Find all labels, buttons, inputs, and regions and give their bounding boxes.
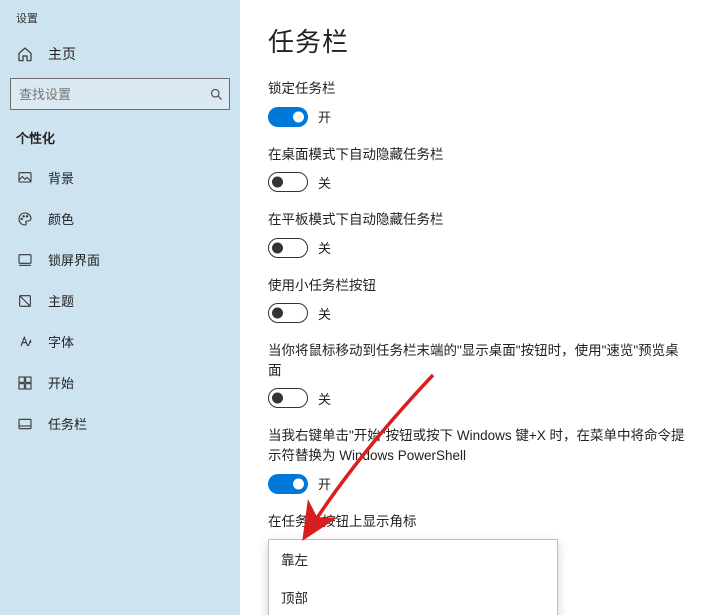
- theme-icon: [16, 292, 34, 310]
- main-content: 任务栏 锁定任务栏 开 在桌面模式下自动隐藏任务栏 关 在平板模式下自动隐藏任务…: [240, 0, 720, 615]
- setting-autohide-tablet: 在平板模式下自动隐藏任务栏 关: [268, 210, 690, 258]
- search-icon: [203, 87, 229, 102]
- setting-peek: 当你将鼠标移动到任务栏末端的"显示桌面"按钮时，使用"速览"预览桌面 关: [268, 341, 690, 408]
- setting-label: 使用小任务栏按钮: [268, 276, 690, 296]
- nav-item-label: 字体: [48, 332, 74, 351]
- nav-item-label: 开始: [48, 373, 74, 392]
- app-root: 设置 主页 个性化 背景 颜色 锁屏界面: [0, 0, 720, 615]
- toggle-state: 开: [318, 474, 331, 493]
- taskbar-icon: [16, 415, 34, 433]
- palette-icon: [16, 210, 34, 228]
- nav-home-label: 主页: [48, 44, 76, 64]
- nav-home[interactable]: 主页: [0, 36, 240, 78]
- toggle-lock-taskbar[interactable]: [268, 107, 308, 127]
- home-icon: [16, 45, 34, 63]
- setting-badges: 在任务栏按钮上显示角标 靠左 顶部 靠右 底部: [268, 512, 690, 615]
- nav-item-label: 背景: [48, 168, 74, 187]
- nav-item-start[interactable]: 开始: [0, 362, 240, 403]
- nav-item-label: 任务栏: [48, 414, 87, 433]
- toggle-state: 开: [318, 107, 331, 126]
- window-title: 设置: [0, 6, 240, 36]
- nav-item-label: 锁屏界面: [48, 250, 100, 269]
- setting-small-buttons: 使用小任务栏按钮 关: [268, 276, 690, 324]
- option-left[interactable]: 靠左: [269, 540, 557, 578]
- nav-list: 背景 颜色 锁屏界面 主题 字体 开始: [0, 157, 240, 444]
- nav-item-taskbar[interactable]: 任务栏: [0, 403, 240, 444]
- nav-item-label: 颜色: [48, 209, 74, 228]
- search-input[interactable]: [11, 87, 203, 102]
- font-icon: [16, 333, 34, 351]
- setting-label: 在平板模式下自动隐藏任务栏: [268, 210, 690, 230]
- toggle-state: 关: [318, 389, 331, 408]
- start-icon: [16, 374, 34, 392]
- taskbar-position-dropdown[interactable]: 靠左 顶部 靠右 底部: [268, 539, 558, 615]
- picture-icon: [16, 169, 34, 187]
- setting-lock-taskbar: 锁定任务栏 开: [268, 79, 690, 127]
- toggle-small-buttons[interactable]: [268, 303, 308, 323]
- option-top[interactable]: 顶部: [269, 578, 557, 615]
- setting-powershell: 当我右键单击"开始"按钮或按下 Windows 键+X 时，在菜单中将命令提示符…: [268, 426, 690, 493]
- sidebar-section-title: 个性化: [0, 122, 240, 157]
- page-title: 任务栏: [268, 22, 690, 59]
- nav-item-colors[interactable]: 颜色: [0, 198, 240, 239]
- toggle-state: 关: [318, 173, 331, 192]
- nav-item-label: 主题: [48, 291, 74, 310]
- toggle-state: 关: [318, 304, 331, 323]
- nav-item-background[interactable]: 背景: [0, 157, 240, 198]
- setting-label: 在桌面模式下自动隐藏任务栏: [268, 145, 690, 165]
- toggle-powershell[interactable]: [268, 474, 308, 494]
- setting-autohide-desktop: 在桌面模式下自动隐藏任务栏 关: [268, 145, 690, 193]
- nav-item-themes[interactable]: 主题: [0, 280, 240, 321]
- toggle-autohide-desktop[interactable]: [268, 172, 308, 192]
- nav-item-lockscreen[interactable]: 锁屏界面: [0, 239, 240, 280]
- setting-label: 锁定任务栏: [268, 79, 690, 99]
- nav-item-fonts[interactable]: 字体: [0, 321, 240, 362]
- search-box[interactable]: [10, 78, 230, 110]
- lockscreen-icon: [16, 251, 34, 269]
- toggle-peek[interactable]: [268, 388, 308, 408]
- setting-label: 当你将鼠标移动到任务栏末端的"显示桌面"按钮时，使用"速览"预览桌面: [268, 341, 690, 380]
- setting-label: 在任务栏按钮上显示角标: [268, 512, 690, 532]
- toggle-state: 关: [318, 238, 331, 257]
- sidebar: 设置 主页 个性化 背景 颜色 锁屏界面: [0, 0, 240, 615]
- setting-label: 当我右键单击"开始"按钮或按下 Windows 键+X 时，在菜单中将命令提示符…: [268, 426, 690, 465]
- toggle-autohide-tablet[interactable]: [268, 238, 308, 258]
